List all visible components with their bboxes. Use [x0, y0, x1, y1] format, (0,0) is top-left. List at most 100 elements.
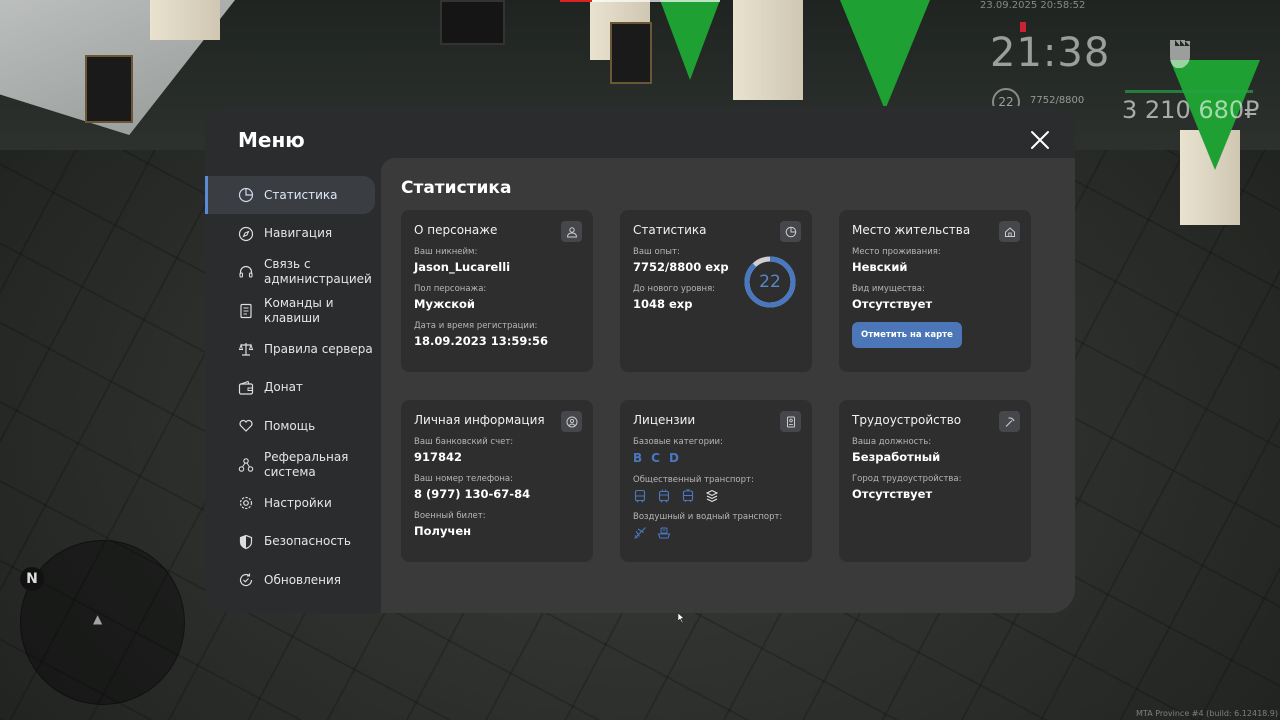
sidebar-item-security[interactable]: Безопасность [205, 523, 381, 561]
sidebar-item-label: Помощь [264, 418, 316, 433]
metro-icon [705, 488, 719, 503]
fist-icon [1160, 32, 1200, 72]
gender-value: Мужской [414, 297, 475, 311]
tram-icon [681, 488, 695, 503]
gender-label: Пол персонажа: [414, 284, 487, 294]
military-id-label: Военный билет: [414, 511, 486, 521]
headset-icon [238, 264, 254, 280]
document-icon [238, 303, 254, 319]
hud-clock: 21:38 [990, 30, 1111, 76]
content-panel: Статистика О персонаже Ваш никнейм: Jaso… [381, 158, 1075, 613]
card-title: Место жительства [852, 223, 971, 237]
shield-icon [238, 534, 254, 550]
pickaxe-icon [999, 411, 1020, 432]
card-personal: Личная информация Ваш банковский счет: 9… [401, 400, 593, 562]
background-pillar [150, 0, 220, 40]
background-green-marker [660, 0, 720, 80]
license-card-icon [780, 411, 801, 432]
sidebar-item-label: Обновления [264, 572, 342, 587]
base-categories-label: Базовые категории: [633, 437, 723, 447]
level-number: 22 [759, 272, 781, 292]
sidebar-item-commands[interactable]: Команды и клавиши [205, 292, 381, 330]
hud-money: 3 210 680₽ [1122, 96, 1260, 124]
minimap-north-icon: N [20, 567, 44, 591]
player-arrow-icon: ▲ [93, 612, 103, 626]
sidebar-item-label: Настройки [264, 495, 332, 510]
sidebar-item-label: Реферальная система [264, 449, 349, 479]
sidebar-item-label: Донат [264, 380, 303, 394]
background-post [610, 22, 652, 84]
background-post [85, 55, 133, 123]
phone-value: 8 (977) 130-67-84 [414, 487, 531, 501]
sidebar-item-label: Правила сервера [264, 341, 373, 356]
residence-place-label: Место проживания: [852, 247, 941, 257]
property-value: Отсутствует [852, 297, 933, 311]
sidebar-item-updates[interactable]: Обновления [205, 561, 381, 599]
hud-datetime: 23.09.2025 20:58:52 [980, 0, 1086, 11]
license-category: D [668, 451, 679, 465]
sidebar-item-navigation[interactable]: Навигация [205, 215, 381, 253]
menu-title: Меню [238, 128, 305, 152]
gear-icon [238, 495, 254, 511]
compass-icon [238, 226, 254, 242]
background-pillar [733, 0, 803, 100]
bank-account-value: 917842 [414, 450, 463, 464]
card-title: О персонаже [414, 223, 498, 237]
pie-chart-icon [238, 187, 254, 203]
air-water-transport-icons [633, 525, 799, 539]
bank-account-label: Ваш банковский счет: [414, 437, 514, 447]
hud-exp: 7752/8800 [1030, 95, 1085, 106]
sidebar-item-help[interactable]: Помощь [205, 407, 381, 445]
employment-city-label: Город трудоустройства: [852, 474, 962, 484]
sidebar-item-settings[interactable]: Настройки [205, 484, 381, 522]
home-icon [999, 221, 1020, 242]
registration-label: Дата и время регистрации: [414, 321, 538, 331]
sidebar-item-label: Команды и клавиши [264, 295, 334, 325]
license-categories: B C D [633, 451, 799, 465]
menu-window: Меню Статистика Навигация Связь с админи… [205, 106, 1075, 613]
sidebar-item-statistics[interactable]: Статистика [205, 176, 375, 214]
card-title: Трудоустройство [852, 413, 962, 427]
heart-hand-icon [238, 418, 254, 434]
sidebar-item-rules[interactable]: Правила сервера [205, 330, 381, 368]
sidebar: Статистика Навигация Связь с администрац… [205, 176, 381, 600]
build-info: MTA Province #4 (build: 6.12418.9) [1136, 709, 1278, 718]
license-category: C [651, 451, 660, 465]
card-title: Личная информация [414, 413, 545, 427]
sidebar-item-label: Навигация [264, 226, 333, 240]
wallet-icon [238, 380, 254, 396]
public-transport-label: Общественный транспорт: [633, 475, 754, 485]
mouse-cursor-icon [677, 608, 685, 624]
card-licenses: Лицензии Базовые категории: B C D Общест… [620, 400, 812, 562]
user-circle-icon [561, 411, 582, 432]
sidebar-item-referral[interactable]: Реферальная система [205, 446, 381, 484]
refresh-icon [238, 572, 254, 588]
sidebar-item-label: Связь с администрацией [264, 257, 372, 286]
sidebar-item-contact-admin[interactable]: Связь с администрацией [205, 253, 381, 291]
plane-icon [633, 525, 647, 539]
background-green-marker [840, 0, 930, 110]
military-id-value: Получен [414, 524, 472, 538]
content-title: Статистика [401, 178, 512, 198]
public-transport-icons [633, 488, 799, 503]
mark-on-map-button[interactable]: Отметить на карте [852, 322, 962, 348]
close-icon[interactable] [1028, 128, 1052, 152]
registration-value: 18.09.2023 13:59:56 [414, 334, 548, 348]
sidebar-item-donate[interactable]: Донат [205, 369, 381, 407]
background-gate [440, 0, 505, 45]
card-residence: Место жительства Место проживания: Невск… [839, 210, 1031, 372]
card-stats: Статистика Ваш опыт: 7752/8800 exp До но… [620, 210, 812, 372]
phone-label: Ваш номер телефона: [414, 474, 513, 484]
card-character: О персонаже Ваш никнейм: Jason_Lucarelli… [401, 210, 593, 372]
card-employment: Трудоустройство Ваша должность: Безработ… [839, 400, 1031, 562]
air-water-transport-label: Воздушный и водный транспорт: [633, 512, 783, 522]
nickname-value: Jason_Lucarelli [414, 260, 511, 274]
license-category: B [633, 451, 643, 465]
position-value: Безработный [852, 450, 941, 464]
residence-place-value: Невский [852, 260, 908, 274]
sidebar-item-label: Статистика [264, 187, 338, 202]
trolleybus-icon [657, 488, 671, 503]
position-label: Ваша должность: [852, 437, 932, 447]
user-icon [561, 221, 582, 242]
card-title: Лицензии [633, 413, 696, 427]
